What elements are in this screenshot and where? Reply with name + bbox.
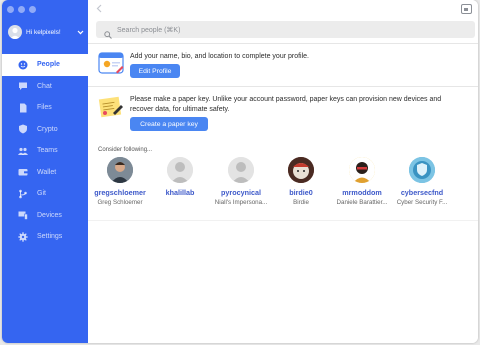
people-icon [17, 59, 29, 71]
teams-icon [17, 145, 29, 157]
person-username: pyrocynical [221, 188, 261, 197]
sidebar: Hi kelpixels! People Chat Files Crypto T… [2, 0, 88, 343]
sidebar-item-label: People [37, 61, 60, 69]
sidebar-item-label: Chat [37, 82, 52, 90]
sidebar-item-label: Settings [37, 233, 63, 241]
paper-key-icon [98, 94, 124, 120]
person-username: gregschloemer [94, 188, 146, 197]
person-avatar [167, 157, 193, 183]
account-switcher[interactable]: Hi kelpixels! [8, 23, 84, 41]
person-username: khalillab [165, 188, 195, 197]
person-avatar [349, 157, 375, 183]
gear-icon [17, 231, 29, 243]
profile-card-icon [98, 50, 124, 76]
paperkey-banner-text: Please make a paper key. Unlike your acc… [130, 95, 441, 114]
person-avatar [107, 157, 133, 183]
person-username: mrmoddom [342, 188, 382, 197]
sidebar-item-label: Crypto [37, 125, 58, 133]
sidebar-item-git[interactable]: Git [2, 183, 88, 205]
person-fullname: Niall's Impersona... [214, 199, 268, 206]
git-icon [17, 188, 29, 200]
sidebar-nav: People Chat Files Crypto Teams Wallet Gi… [2, 54, 88, 248]
suggested-person-card[interactable]: gregschloemer Greg Schloemer [89, 157, 151, 206]
search-placeholder: Search people (⌘K) [117, 26, 181, 34]
sidebar-item-wallet[interactable]: Wallet [2, 162, 88, 184]
suggested-person-card[interactable]: khalillab [149, 157, 211, 199]
suggested-person-card[interactable]: birdie0 Birdie [270, 157, 332, 206]
window-controls [7, 6, 36, 13]
sidebar-item-teams[interactable]: Teams [2, 140, 88, 162]
sidebar-item-label: Files [37, 104, 52, 112]
sidebar-item-devices[interactable]: Devices [2, 205, 88, 227]
wallet-icon [17, 166, 29, 178]
user-greeting: Hi kelpixels! [26, 28, 61, 36]
suggested-person-card[interactable]: pyrocynical Niall's Impersona... [210, 157, 272, 206]
sidebar-item-files[interactable]: Files [2, 97, 88, 119]
sidebar-item-settings[interactable]: Settings [2, 226, 88, 248]
paperkey-banner: Please make a paper key. Unlike your acc… [88, 86, 478, 140]
suggestions-heading: Consider following... [98, 147, 153, 153]
sidebar-item-label: Git [37, 190, 46, 198]
sidebar-item-label: Teams [37, 147, 58, 155]
create-paper-key-button[interactable]: Create a paper key [130, 117, 208, 131]
suggested-person-card[interactable]: mrmoddom Daniele Barattier... [331, 157, 393, 206]
app-window: Hi kelpixels! People Chat Files Crypto T… [2, 0, 478, 343]
inbox-icon[interactable] [461, 4, 472, 14]
divider [88, 220, 478, 221]
person-fullname: Daniele Barattier... [336, 199, 388, 206]
sidebar-item-crypto[interactable]: Crypto [2, 119, 88, 141]
crypto-icon [17, 123, 29, 135]
top-bar [88, 0, 478, 20]
suggested-people: gregschloemer Greg Schloemer khalillab p… [88, 157, 478, 217]
sidebar-item-label: Devices [37, 211, 62, 219]
files-icon [17, 102, 29, 114]
person-fullname: Greg Schloemer [97, 199, 143, 206]
edit-profile-button[interactable]: Edit Profile [130, 64, 180, 78]
profile-banner-text: Add your name, bio, and location to comp… [130, 53, 309, 60]
person-avatar [288, 157, 314, 183]
zoom-window-button[interactable] [29, 6, 36, 13]
chevron-down-icon [77, 28, 84, 37]
person-avatar [228, 157, 254, 183]
person-fullname: Cyber Security F... [396, 199, 448, 206]
person-username: cybersecfnd [400, 188, 444, 197]
user-avatar [8, 25, 22, 39]
person-fullname: Birdie [293, 199, 309, 206]
sidebar-item-label: Wallet [37, 168, 57, 176]
minimize-window-button[interactable] [18, 6, 25, 13]
paperkey-text-line1: Please make a paper key. Unlike your acc… [130, 96, 442, 103]
main-content: Search people (⌘K) Add your name, bio, a… [88, 0, 478, 343]
person-username: birdie0 [289, 188, 313, 197]
paperkey-text-line2: recover data, for ultimate safety. [130, 105, 230, 113]
search-icon [104, 26, 112, 39]
suggested-person-card[interactable]: cybersecfnd Cyber Security F... [391, 157, 453, 206]
back-arrow-icon[interactable] [96, 4, 102, 16]
sidebar-item-people[interactable]: People [2, 54, 88, 76]
search-bar[interactable]: Search people (⌘K) [96, 21, 475, 39]
chat-icon [17, 80, 29, 92]
close-window-button[interactable] [7, 6, 14, 13]
person-avatar [409, 157, 435, 183]
profile-banner: Add your name, bio, and location to comp… [88, 43, 478, 86]
sidebar-item-chat[interactable]: Chat [2, 76, 88, 98]
devices-icon [17, 209, 29, 221]
